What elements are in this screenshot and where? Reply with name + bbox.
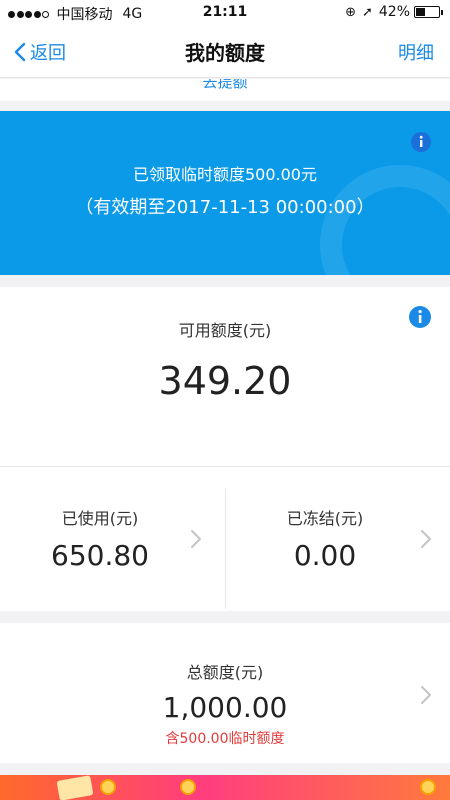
used-frozen-card: 已使用(元) 650.80 已冻结(元) 0.00: [0, 467, 450, 611]
location-arrow-icon: ➚: [361, 4, 373, 20]
used-amount-item[interactable]: 已使用(元) 650.80: [0, 467, 225, 611]
status-right: ⊕ ➚ 42%: [345, 4, 443, 20]
chevron-right-icon: [191, 530, 201, 548]
battery-fill: [416, 8, 426, 16]
status-bar: 中国移动 4G 21:11 ⊕ ➚ 42%: [0, 0, 450, 24]
coin-icon: [100, 779, 116, 795]
frozen-value: 0.00: [293, 539, 357, 572]
used-label: 已使用(元): [61, 509, 139, 528]
chevron-right-icon: [421, 686, 431, 704]
total-limit-label: 总额度(元): [186, 663, 264, 682]
available-limit-value: 349.20: [158, 359, 292, 403]
card-graphic: [56, 775, 94, 800]
banner-message: 已领取临时额度500.00元: [133, 165, 317, 184]
raise-limit-strip: 去提额: [0, 79, 450, 101]
frozen-amount-item[interactable]: 已冻结(元) 0.00: [225, 467, 450, 611]
battery-percent: 42%: [378, 4, 410, 20]
detail-button[interactable]: 明细: [398, 39, 434, 65]
total-limit-value: 1,000.00: [162, 691, 288, 724]
temporary-limit-note: 含500.00临时额度: [165, 731, 285, 747]
raise-limit-link[interactable]: 去提额: [0, 79, 450, 92]
rotation-lock-icon: ⊕: [345, 4, 356, 20]
nav-bar: 返回 我的额度 明细: [0, 24, 450, 78]
banner-info-icon[interactable]: [410, 131, 432, 157]
temporary-limit-banner: 已领取临时额度500.00元 （有效期至2017-11-13 00:00:00）: [0, 111, 450, 275]
chevron-right-icon: [421, 530, 431, 548]
battery-icon: [414, 6, 443, 18]
used-value: 650.80: [51, 539, 149, 572]
coin-icon: [180, 779, 196, 795]
promo-banner[interactable]: [0, 775, 450, 800]
banner-validity: （有效期至2017-11-13 00:00:00）: [75, 197, 375, 218]
total-limit-card[interactable]: 总额度(元) 1,000.00 含500.00临时额度: [0, 623, 450, 763]
coin-icon: [420, 779, 436, 795]
available-limit-card: 可用额度(元) 349.20: [0, 287, 450, 467]
page-title: 我的额度: [185, 41, 265, 65]
available-limit-label: 可用额度(元): [178, 321, 272, 340]
frozen-label: 已冻结(元): [286, 509, 364, 528]
